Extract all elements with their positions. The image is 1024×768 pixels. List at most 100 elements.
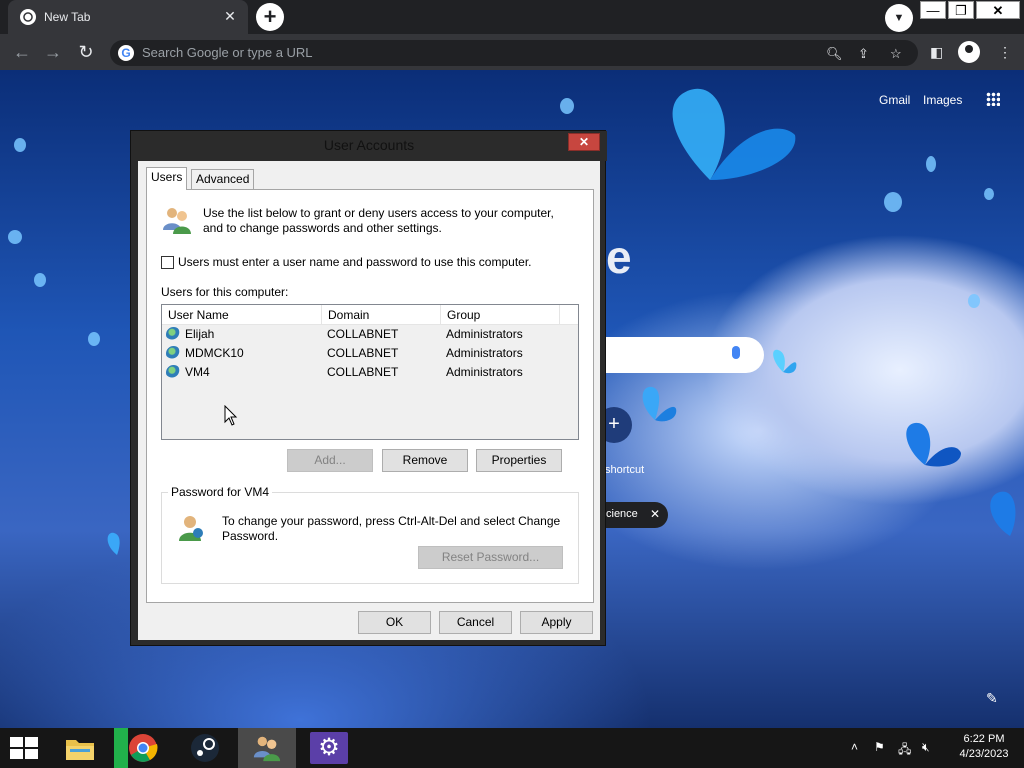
google-logo-fragment: e [606,231,632,283]
taskbar-settings[interactable]: ⚙ [300,728,358,768]
decor-bubble [34,273,46,287]
clock-date: 4/23/2023 [959,748,1009,760]
tab-search-button[interactable]: ▼ [885,4,913,32]
user-accounts-dialog: User Accounts ✕ Users Advanced Use the l… [130,130,607,646]
users-tab-pane: Use the list below to grant or deny user… [146,189,594,603]
butterfly-decor [107,532,120,555]
restore-button[interactable]: ❐ [948,1,974,19]
google-icon: G [118,45,134,61]
reset-password-button[interactable]: Reset Password... [418,546,563,569]
side-panel-icon[interactable]: ◧ [930,44,943,61]
share-icon[interactable]: ⇪ [858,46,869,62]
tray-chevron-up-icon[interactable]: ˄ [851,740,858,754]
zoom-icon[interactable]: 🔍︎ [826,46,843,62]
tab-advanced[interactable]: Advanced [191,169,255,189]
user-name-cell: MDMCK10 [185,346,244,360]
apply-button[interactable]: Apply [520,611,593,634]
taskbar-chrome[interactable] [114,728,172,768]
omnibox-placeholder: Search Google or type a URL [142,45,313,60]
remove-button[interactable]: Remove [382,449,468,472]
tab-title: New Tab [44,10,91,24]
windows-icon [10,737,38,759]
user-name-cell: Elijah [185,327,215,341]
tab-users[interactable]: Users [146,167,188,190]
microphone-icon[interactable] [732,346,740,359]
column-header-group[interactable]: Group [441,305,560,325]
images-link[interactable]: Images [923,93,962,107]
taskbar-steam[interactable] [176,728,234,768]
password-group-label: Password for VM4 [168,485,273,499]
menu-icon[interactable]: ⋮ [998,44,1012,61]
table-row[interactable]: Elijah COLLABNET Administrators [162,325,558,344]
dialog-close-button[interactable]: ✕ [568,133,600,151]
decor-bubble [88,332,100,346]
decor-bubble [14,138,26,152]
bookmark-star-icon[interactable]: ☆ [890,46,902,62]
shortcut-label: shortcut [605,464,645,476]
butterfly-decor [672,88,796,180]
chrome-icon [20,9,36,25]
decor-bubble [560,98,574,114]
taskbar-clock[interactable]: 6:22 PM 4/23/2023 [954,732,1014,762]
require-password-label[interactable]: Users must enter a user name and passwor… [178,255,532,269]
action-center-flag-icon[interactable]: ⚑ [874,740,885,754]
table-row[interactable]: MDMCK10 COLLABNET Administrators [162,344,558,363]
volume-muted-icon[interactable]: 🔇︎ [922,740,930,755]
clock-time: 6:22 PM [963,733,1005,745]
omnibox[interactable]: G Search Google or type a URL 🔍︎ ⇪ ☆ [110,40,918,66]
users-icon [253,736,281,762]
taskbar-file-explorer[interactable] [52,728,110,768]
decor-bubble [884,192,902,212]
domain-cell: COLLABNET [327,365,399,379]
back-icon[interactable]: ← [11,42,33,64]
table-row-selected[interactable]: VM4 COLLABNET Administrators [162,363,558,382]
column-header-domain[interactable]: Domain [322,305,441,325]
forward-icon[interactable]: → [42,42,64,64]
cancel-button[interactable]: Cancel [439,611,512,634]
minimize-button[interactable]: — [920,1,946,19]
network-icon[interactable]: 🖧︎ [898,740,911,761]
user-icon [166,327,181,342]
folder-icon [66,740,94,760]
user-name-cell: VM4 [185,365,210,379]
taskbar: ⚙ ˄ ⚑ 🖧︎ 🔇︎ 6:22 PM 4/23/2023 [0,728,1024,768]
new-tab-button[interactable]: + [256,3,284,31]
decor-bubble [968,294,980,308]
chrome-icon [129,734,158,762]
require-password-checkbox[interactable] [161,256,174,269]
user-icon [166,365,181,380]
domain-cell: COLLABNET [327,346,399,360]
butterfly-decor [642,386,677,422]
group-cell: Administrators [446,327,523,341]
butterfly-decor [906,422,961,467]
password-groupbox: Password for VM4 To change your password… [161,485,579,584]
domain-cell: COLLABNET [327,327,399,341]
reload-icon[interactable]: ↻ [75,42,97,64]
gmail-link[interactable]: Gmail [879,93,910,107]
mouse-cursor-icon [224,405,238,426]
profile-avatar[interactable] [958,41,980,63]
close-icon[interactable]: ✕ [220,6,240,26]
google-apps-icon[interactable] [986,92,1000,106]
butterfly-decor [990,491,1016,536]
pencil-icon[interactable]: ✎ [986,690,998,707]
gear-icon: ⚙ [318,734,340,761]
password-instructions: To change your password, press Ctrl-Alt-… [222,514,561,543]
group-cell: Administrators [446,346,523,360]
user-icon [166,346,181,361]
users-icon [163,208,191,234]
ok-button[interactable]: OK [358,611,431,634]
column-header-user-name[interactable]: User Name [162,305,322,325]
properties-button[interactable]: Properties [476,449,562,472]
google-search-box[interactable] [600,337,764,373]
add-button[interactable]: Add... [287,449,373,472]
browser-tab-new-tab[interactable]: New Tab ✕ [8,0,248,34]
suggestion-chip[interactable]: cience ✕ [600,502,668,528]
window-close-button[interactable]: ✕ [976,1,1020,19]
close-icon[interactable]: ✕ [650,507,660,521]
dialog-titlebar[interactable]: User Accounts ✕ [131,131,607,161]
decor-bubble [8,230,22,244]
start-button[interactable] [0,728,58,768]
taskbar-user-accounts[interactable] [238,728,296,768]
decor-bubble [926,156,936,172]
